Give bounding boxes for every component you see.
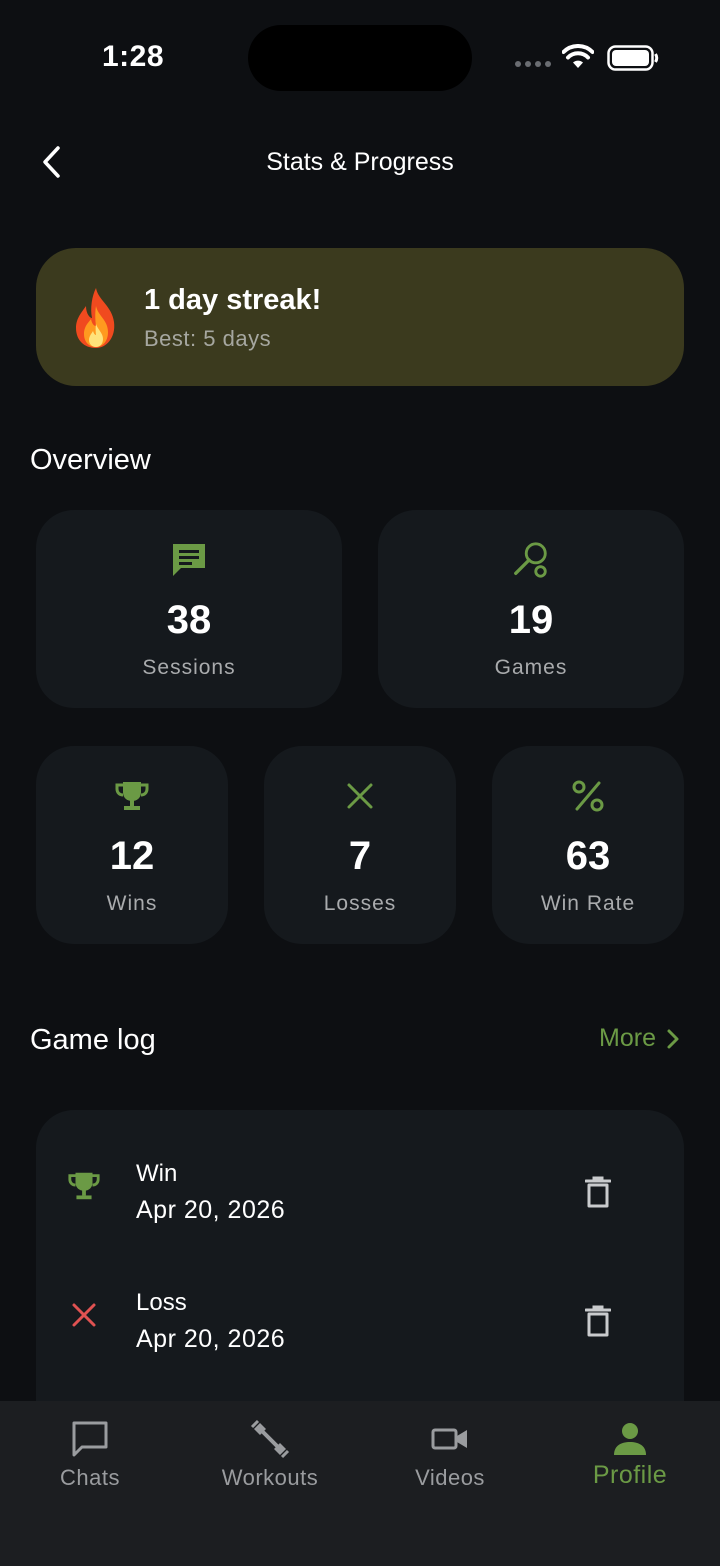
sessions-value: 38 bbox=[166, 598, 212, 642]
status-time: 1:28 bbox=[102, 40, 165, 73]
game-result: Loss bbox=[136, 1289, 187, 1316]
games-label: Games bbox=[494, 656, 568, 679]
chat-bubble-icon bbox=[169, 540, 209, 580]
delete-button[interactable] bbox=[581, 1301, 615, 1341]
trash-icon bbox=[585, 1305, 611, 1337]
losses-value: 7 bbox=[348, 834, 372, 878]
wifi-icon bbox=[562, 44, 594, 68]
wins-label: Wins bbox=[106, 892, 158, 915]
tab-videos[interactable]: Videos bbox=[360, 1401, 540, 1521]
win-rate-value: 63 bbox=[565, 834, 611, 878]
games-card: 19 Games bbox=[378, 510, 684, 708]
chat-icon bbox=[68, 1417, 112, 1461]
game-log-row[interactable]: Win Apr 20, 2026 bbox=[36, 1136, 684, 1246]
tab-label: Chats bbox=[60, 1465, 120, 1490]
losses-label: Losses bbox=[323, 892, 397, 915]
tab-label: Profile bbox=[592, 1461, 668, 1489]
game-log-title: Game log bbox=[30, 1024, 156, 1056]
person-icon bbox=[608, 1417, 652, 1461]
more-link[interactable]: More bbox=[599, 1024, 680, 1053]
status-bar: 1:28 bbox=[0, 0, 720, 110]
losses-card: 7 Losses bbox=[264, 746, 456, 944]
sessions-label: Sessions bbox=[142, 656, 236, 679]
cellular-signal-icon bbox=[515, 61, 551, 67]
trophy-icon bbox=[112, 776, 152, 816]
video-camera-icon bbox=[428, 1417, 472, 1461]
page-title: Stats & Progress bbox=[266, 148, 454, 176]
header: Stats & Progress bbox=[0, 128, 720, 198]
close-icon bbox=[64, 1295, 104, 1335]
games-value: 19 bbox=[508, 598, 554, 642]
game-log-row[interactable]: Loss Apr 20, 2026 bbox=[36, 1265, 684, 1375]
streak-card: 1 day streak! Best: 5 days bbox=[36, 248, 684, 386]
wins-value: 12 bbox=[109, 834, 155, 878]
streak-title: 1 day streak! bbox=[144, 284, 322, 316]
tab-label: Workouts bbox=[221, 1465, 319, 1490]
chevron-right-icon bbox=[667, 1029, 679, 1048]
wins-card: 12 Wins bbox=[36, 746, 228, 944]
trophy-icon bbox=[64, 1166, 104, 1206]
streak-best: Best: 5 days bbox=[144, 326, 272, 351]
trash-icon bbox=[585, 1176, 611, 1208]
game-date: Apr 20, 2026 bbox=[136, 1196, 286, 1224]
sessions-card: 38 Sessions bbox=[36, 510, 342, 708]
overview-title: Overview bbox=[30, 444, 151, 476]
racket-icon bbox=[511, 540, 551, 580]
dynamic-island bbox=[248, 25, 472, 91]
tab-label: Videos bbox=[415, 1465, 485, 1490]
tab-workouts[interactable]: Workouts bbox=[180, 1401, 360, 1521]
tab-chats[interactable]: Chats bbox=[0, 1401, 180, 1521]
fire-icon bbox=[76, 288, 115, 348]
game-result: Win bbox=[136, 1160, 178, 1187]
win-rate-card: 63 Win Rate bbox=[492, 746, 684, 944]
close-icon bbox=[340, 776, 380, 816]
tab-bar: Chats Workouts Videos Profile bbox=[0, 1401, 720, 1566]
more-label: More bbox=[599, 1024, 656, 1052]
percent-icon bbox=[568, 776, 608, 816]
delete-button[interactable] bbox=[581, 1172, 615, 1212]
battery-icon bbox=[607, 45, 659, 71]
dumbbell-icon bbox=[248, 1417, 292, 1461]
game-date: Apr 20, 2026 bbox=[136, 1325, 286, 1353]
tab-profile[interactable]: Profile bbox=[540, 1401, 720, 1521]
win-rate-label: Win Rate bbox=[540, 892, 636, 915]
